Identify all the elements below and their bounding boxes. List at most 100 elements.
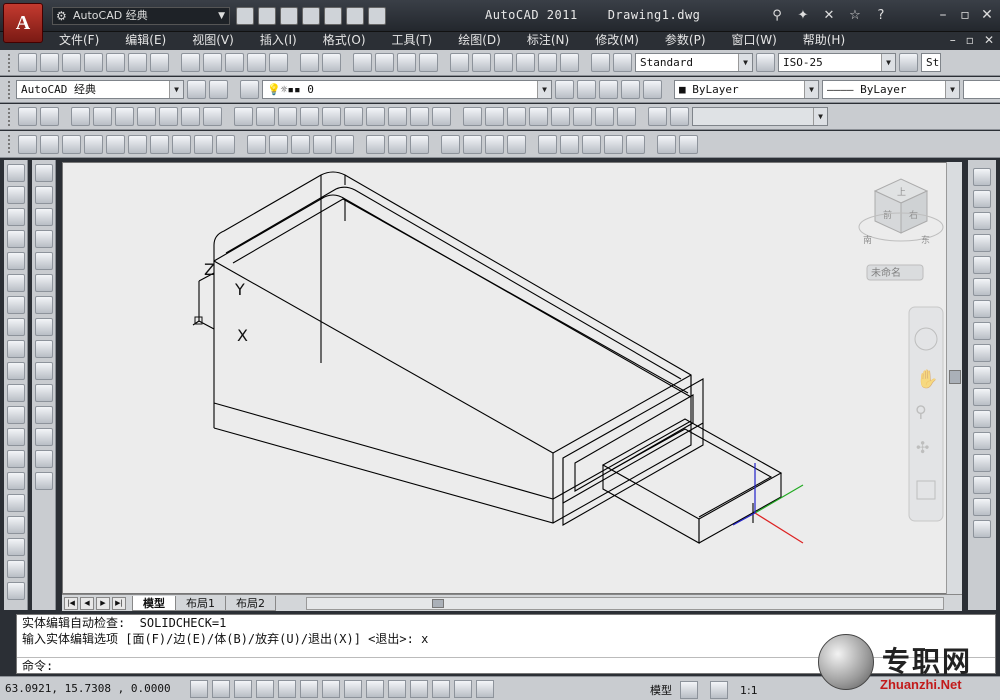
menu-dimension[interactable]: 标注(N) — [514, 32, 582, 49]
plot-icon[interactable] — [368, 7, 386, 25]
restore-icon[interactable]: ▫ — [956, 6, 974, 24]
view-nw-iso-icon[interactable] — [617, 107, 636, 126]
coordinate-readout[interactable]: 63.0921, 15.7308 , 0.0000 — [0, 682, 190, 695]
plot-icon[interactable] — [84, 53, 103, 72]
3d-dwf-icon[interactable] — [150, 53, 169, 72]
render-environment-icon[interactable] — [34, 384, 53, 402]
view-front-icon[interactable] — [463, 107, 482, 126]
face-ucs-icon[interactable] — [300, 107, 319, 126]
table-style-select[interactable]: St — [921, 53, 941, 72]
vertical-scrollbar[interactable] — [946, 162, 962, 594]
tools-icon[interactable]: ✦ — [794, 7, 812, 25]
find-icon[interactable] — [679, 134, 698, 154]
ortho-mode-icon[interactable] — [256, 679, 274, 698]
visual-styles-icon[interactable] — [34, 274, 53, 292]
render-region-icon[interactable] — [34, 472, 53, 490]
realistic-icon[interactable] — [34, 230, 53, 248]
doc-close-icon[interactable]: ✕ — [984, 32, 994, 49]
toolbar-grip[interactable] — [8, 80, 10, 99]
gradient-icon[interactable] — [6, 494, 25, 512]
array-icon[interactable] — [973, 256, 991, 274]
edit-icon[interactable] — [34, 428, 53, 446]
redo-icon[interactable] — [322, 53, 341, 72]
2d-wireframe-icon[interactable] — [34, 186, 53, 204]
qnew-icon[interactable] — [18, 53, 37, 72]
text-style-icon[interactable] — [613, 53, 632, 72]
cone-icon[interactable] — [84, 134, 103, 154]
view-top-icon[interactable] — [18, 107, 37, 126]
save-icon[interactable] — [62, 53, 81, 72]
exchange-icon[interactable]: ✕ — [820, 7, 838, 25]
break-at-point-icon[interactable] — [973, 410, 991, 428]
new-icon[interactable] — [236, 7, 254, 25]
move-faces-icon[interactable] — [93, 107, 112, 126]
3d-align-icon[interactable] — [485, 134, 504, 154]
redo-icon[interactable] — [346, 7, 364, 25]
polygon-icon[interactable] — [6, 230, 25, 248]
view-se-iso-icon[interactable] — [573, 107, 592, 126]
grid-display-icon[interactable] — [234, 679, 252, 698]
make-current-icon[interactable] — [555, 80, 574, 99]
orbit-icon[interactable] — [670, 107, 689, 126]
layer-unisolate-icon[interactable] — [643, 80, 662, 99]
pan-nav-icon[interactable]: ✋ — [916, 368, 938, 390]
wcs-menu[interactable]: 未命名 — [866, 264, 924, 281]
extrude-faces-icon[interactable] — [71, 107, 90, 126]
navigation-bar[interactable]: ✋ ⚲ ✣ — [908, 306, 944, 522]
erase-icon[interactable] — [973, 168, 991, 186]
snap-mode-icon[interactable] — [212, 679, 230, 698]
menu-parametric[interactable]: 参数(P) — [652, 32, 719, 49]
x-rotate-ucs-icon[interactable] — [432, 107, 451, 126]
workspace-select[interactable]: ⚙ AutoCAD 经典 ▼ — [52, 7, 230, 25]
infer-constraints-icon[interactable] — [190, 679, 208, 698]
multiline-text-icon[interactable] — [6, 560, 25, 578]
stretch-icon[interactable] — [973, 344, 991, 362]
table-style-icon[interactable] — [899, 53, 918, 72]
drawing-viewport[interactable]: Z Y X 上 前 右 南 东 未命名 ✋ ⚲ ✣ — [62, 162, 962, 594]
revision-cloud-icon[interactable] — [6, 318, 25, 336]
fillet-icon[interactable] — [973, 498, 991, 516]
arc-icon[interactable] — [6, 274, 25, 292]
3d-array-icon[interactable] — [507, 134, 526, 154]
help-icon[interactable]: ? — [872, 7, 890, 25]
quick-properties-icon[interactable] — [454, 679, 472, 698]
ellipse-arc-icon[interactable] — [6, 384, 25, 402]
3point-ucs-icon[interactable] — [410, 107, 429, 126]
view-ucs-icon[interactable] — [344, 107, 363, 126]
tab-prev-icon[interactable]: ◀ — [80, 596, 94, 610]
wedge-icon[interactable] — [62, 134, 81, 154]
lineweight-select[interactable] — [963, 80, 1000, 99]
close-icon[interactable]: ✕ — [978, 6, 996, 24]
object-snap-tracking-icon[interactable] — [344, 679, 362, 698]
object-snap-icon[interactable] — [300, 679, 318, 698]
presspull-icon[interactable] — [269, 134, 288, 154]
selection-cycling-icon[interactable] — [476, 679, 494, 698]
intersect-icon[interactable] — [410, 134, 429, 154]
origin-ucs-icon[interactable] — [366, 107, 385, 126]
dynamic-ucs-icon[interactable] — [366, 679, 384, 698]
extrude-icon[interactable] — [247, 134, 266, 154]
application-menu-button[interactable]: A — [3, 3, 43, 43]
3d-move-icon[interactable] — [441, 134, 460, 154]
hide-icon[interactable] — [34, 164, 53, 182]
layer-manager-icon[interactable] — [240, 80, 259, 99]
insert-block-icon[interactable] — [6, 406, 25, 424]
pan-icon[interactable] — [353, 53, 372, 72]
conceptual-icon[interactable] — [34, 252, 53, 270]
text-icon[interactable] — [657, 134, 676, 154]
zaxis-ucs-icon[interactable] — [388, 107, 407, 126]
offset-icon[interactable] — [973, 234, 991, 252]
properties-icon[interactable] — [450, 53, 469, 72]
scroll-thumb[interactable] — [432, 598, 444, 608]
viewports-icon[interactable] — [560, 134, 579, 154]
subtract-icon[interactable] — [388, 134, 407, 154]
planar-surface-icon[interactable] — [216, 134, 235, 154]
menu-modify[interactable]: 修改(M) — [582, 32, 652, 49]
materials-icon[interactable] — [34, 362, 53, 380]
menu-file[interactable]: 文件(F) — [46, 32, 112, 49]
save-icon[interactable] — [280, 7, 298, 25]
break-icon[interactable] — [973, 432, 991, 450]
dynamic-input-icon[interactable] — [388, 679, 406, 698]
menu-format[interactable]: 格式(O) — [310, 32, 379, 49]
cylinder-icon[interactable] — [128, 134, 147, 154]
